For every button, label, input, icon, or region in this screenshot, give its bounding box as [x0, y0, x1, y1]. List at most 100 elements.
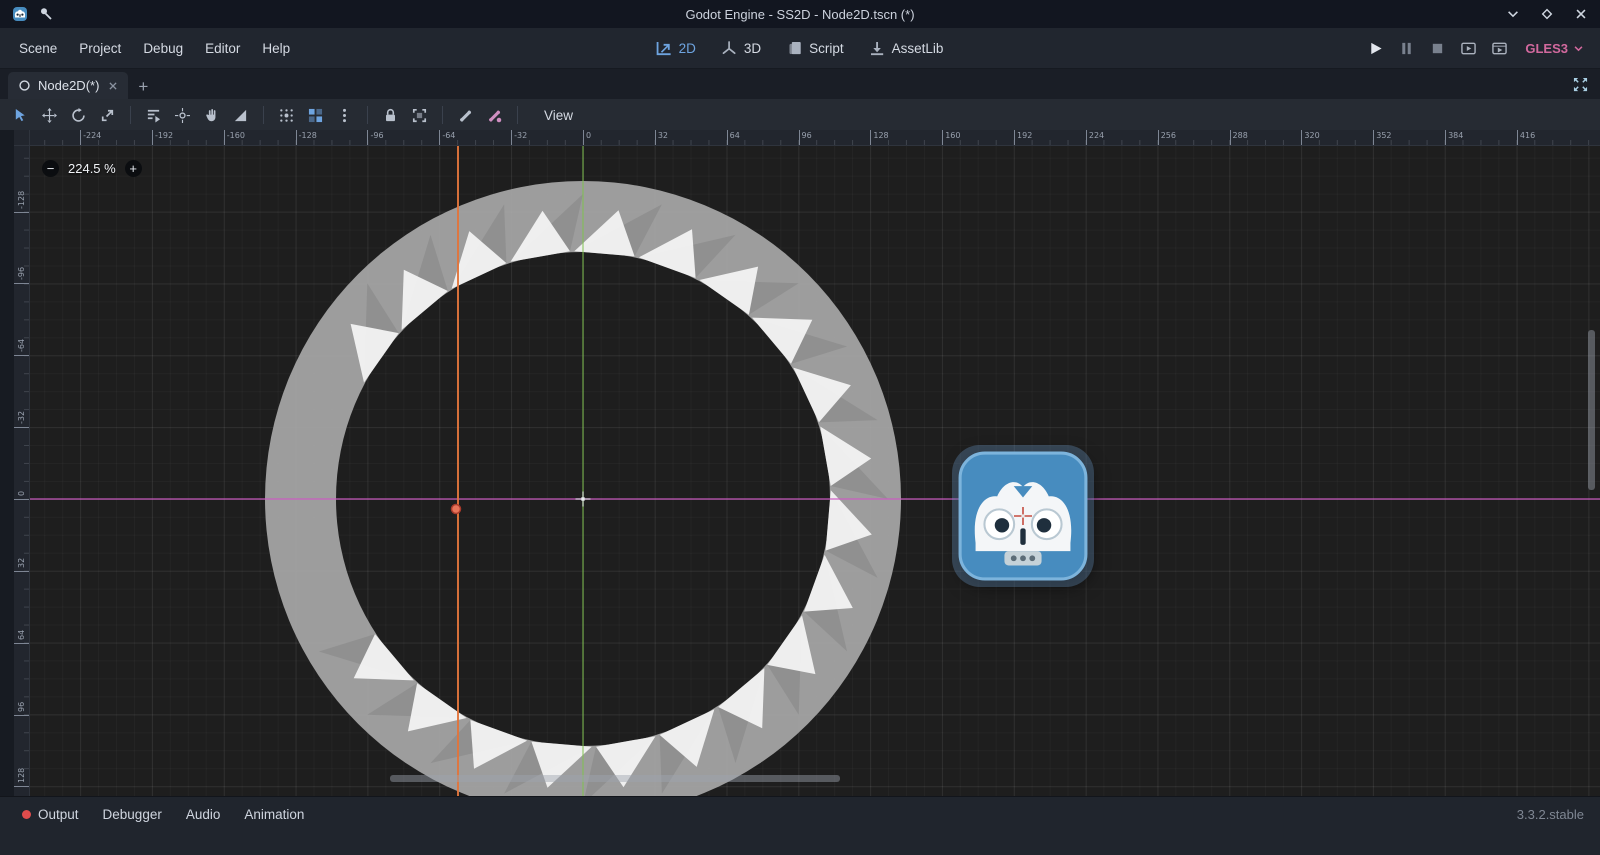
- scene-tabbar: Node2D(*) +: [0, 69, 1600, 99]
- titlebar: Godot Engine - SS2D - Node2D.tscn (*): [0, 0, 1600, 28]
- play-custom-scene-button[interactable]: [1492, 41, 1507, 56]
- ruler-tick-label: 32: [17, 558, 26, 568]
- sprite-origin-gizmo[interactable]: [1012, 505, 1034, 527]
- close-tab-icon[interactable]: [108, 81, 118, 91]
- tool-move-pivot-button[interactable]: [168, 102, 197, 128]
- 2d-icon: [657, 41, 672, 56]
- ruler-tick-label: 288: [1233, 131, 1248, 140]
- ruler-corner: [14, 130, 30, 146]
- ruler-tick-label: -64: [442, 131, 455, 140]
- tool-skeleton-options-button[interactable]: [480, 102, 509, 128]
- tool-group-button[interactable]: [405, 102, 434, 128]
- vertical-scrollbar[interactable]: [1588, 330, 1595, 490]
- toolbar-separator: [442, 106, 443, 124]
- pause-button[interactable]: [1399, 41, 1414, 56]
- workspace-2d-button[interactable]: 2D: [647, 36, 706, 61]
- bottom-panel-animation-button[interactable]: Animation: [232, 803, 316, 826]
- zoom-out-button[interactable]: −: [42, 160, 59, 177]
- tool-skeleton-button[interactable]: [451, 102, 480, 128]
- menu-scene[interactable]: Scene: [8, 34, 68, 63]
- menubar: SceneProjectDebugEditorHelp 2D 3D ScriptAs…: [0, 28, 1600, 69]
- workspace-script-button[interactable]: Script: [777, 36, 854, 61]
- ruler-tick: [1086, 130, 1087, 145]
- ruler-tick: [14, 355, 29, 356]
- pin-icon[interactable]: [38, 6, 54, 22]
- window-close-button[interactable]: [1574, 7, 1588, 21]
- menu-debug[interactable]: Debug: [132, 34, 194, 63]
- godot-icon-sprite[interactable]: [957, 450, 1089, 582]
- zoom-in-button[interactable]: +: [125, 160, 142, 177]
- ruler-tick: [152, 130, 153, 145]
- tool-list-select-button[interactable]: [139, 102, 168, 128]
- ruler-icon: [233, 108, 248, 123]
- ruler-tick: [439, 130, 440, 145]
- ruler-tick-label: 256: [1161, 131, 1176, 140]
- bottom-panel-debugger-button[interactable]: Debugger: [91, 803, 174, 826]
- scene-tab-node2d[interactable]: Node2D(*): [8, 72, 128, 99]
- ruler-tick: [14, 643, 29, 644]
- tool-pan-button[interactable]: [197, 102, 226, 128]
- workspace-label: 3D: [744, 41, 761, 56]
- menu-help[interactable]: Help: [251, 34, 301, 63]
- play-scene-button[interactable]: [1461, 41, 1476, 56]
- canvas-toolbar: View: [0, 99, 1600, 131]
- tool-move-button[interactable]: [35, 102, 64, 128]
- tool-lock-button[interactable]: [376, 102, 405, 128]
- ruler-tick: [14, 427, 29, 428]
- ruler-left[interactable]: -128-96-64-320326496128: [14, 146, 30, 796]
- group-icon: [412, 108, 427, 123]
- move-pivot-icon: [175, 108, 190, 123]
- tool-grid-snap-button[interactable]: [301, 102, 330, 128]
- control-point-handle[interactable]: [452, 505, 461, 514]
- tool-ruler-button[interactable]: [226, 102, 255, 128]
- menu-list: SceneProjectDebugEditorHelp: [8, 34, 301, 63]
- rotate-icon: [71, 108, 86, 123]
- menu-editor[interactable]: Editor: [194, 34, 251, 63]
- view-menu-button[interactable]: View: [534, 104, 583, 127]
- tool-smart-snap-button[interactable]: [272, 102, 301, 128]
- lock-icon: [383, 108, 398, 123]
- zoom-level[interactable]: 224.5 %: [68, 161, 116, 176]
- toolbar-separator: [367, 106, 368, 124]
- play-button[interactable]: [1368, 41, 1383, 56]
- ruler-tick: [655, 130, 656, 145]
- window-maximize-button[interactable]: [1540, 7, 1554, 21]
- toolbar-separator: [130, 106, 131, 124]
- tool-scale-button[interactable]: [93, 102, 122, 128]
- tool-rotate-button[interactable]: [64, 102, 93, 128]
- ruler-tick-label: 192: [1017, 131, 1032, 140]
- grid-snap-icon: [308, 108, 323, 123]
- ruler-tick-label: 352: [1376, 131, 1391, 140]
- renderer-select[interactable]: GLES3: [1525, 41, 1592, 56]
- ruler-tick: [14, 715, 29, 716]
- ruler-tick-label: -160: [227, 131, 245, 140]
- skeleton-icon: [458, 108, 473, 123]
- tool-snap-options-button[interactable]: [330, 102, 359, 128]
- ruler-top[interactable]: -224-192-160-128-96-64-32032649612816019…: [30, 130, 1600, 146]
- ruler-tick: [583, 130, 584, 145]
- bottom-panel-audio-button[interactable]: Audio: [174, 803, 233, 826]
- window-shade-button[interactable]: [1506, 7, 1520, 21]
- viewport[interactable]: − 224.5 % +: [30, 146, 1600, 796]
- ruler-tick: [14, 499, 29, 500]
- stop-button[interactable]: [1430, 41, 1445, 56]
- tool-select-button[interactable]: [6, 102, 35, 128]
- workspace-assetlib-button[interactable]: AssetLib: [860, 36, 954, 61]
- ruler-tick-label: 0: [586, 131, 591, 140]
- ruler-tick: [1373, 130, 1374, 145]
- ruler-tick-label: -96: [370, 131, 383, 140]
- distraction-free-button[interactable]: [1573, 77, 1588, 92]
- node2d-icon: [18, 79, 31, 92]
- ruler-tick-label: -96: [17, 267, 26, 280]
- ruler-tick-label: -192: [155, 131, 173, 140]
- ruler-tick: [367, 130, 368, 145]
- workspace-3d-button[interactable]: 3D: [712, 36, 771, 61]
- select-icon: [13, 108, 28, 123]
- add-scene-tab-button[interactable]: +: [138, 78, 148, 95]
- bottom-panel-output-button[interactable]: Output: [10, 803, 91, 826]
- menu-project[interactable]: Project: [68, 34, 132, 63]
- horizontal-scrollbar[interactable]: [390, 775, 840, 782]
- ruler-tick-label: 64: [730, 131, 740, 140]
- toolbar-tools: [6, 102, 526, 128]
- ruler-tick: [942, 130, 943, 145]
